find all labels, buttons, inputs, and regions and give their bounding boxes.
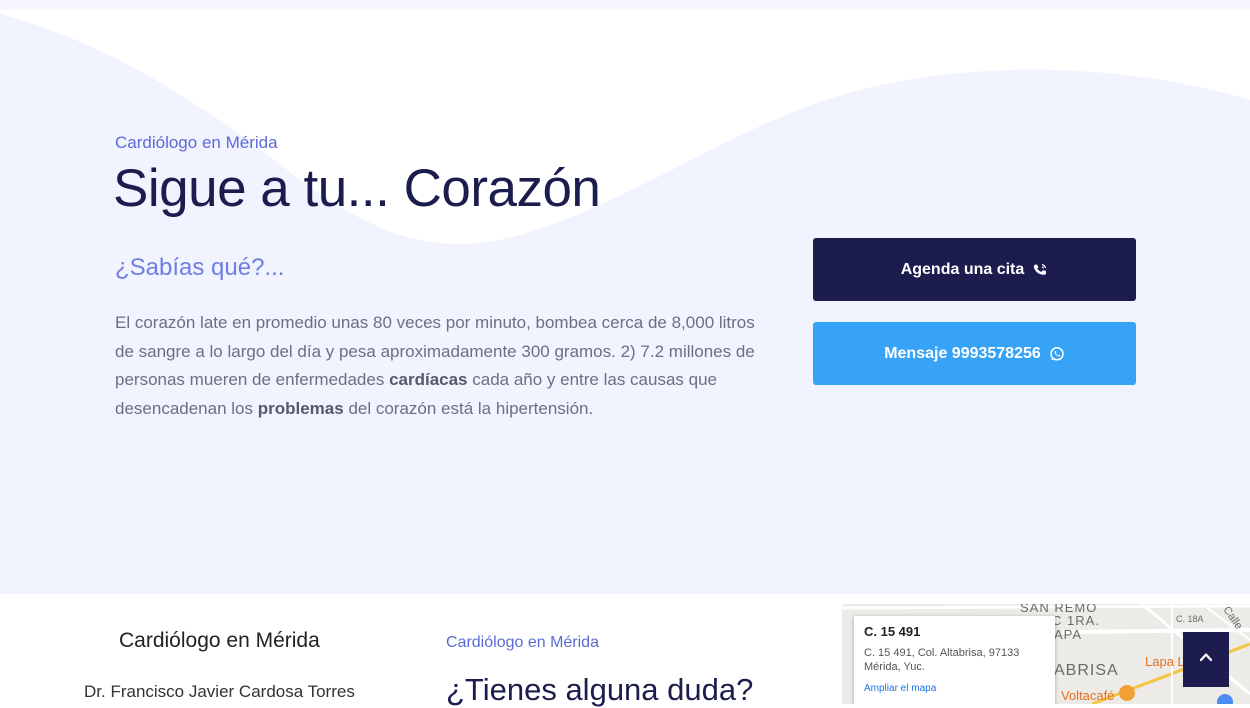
hero-section: Cardiólogo en Mérida Sigue a tu... Coraz… xyxy=(0,0,1250,594)
footer-eyebrow: Cardiólogo en Mérida xyxy=(446,634,599,651)
map-info-card: C. 15 491 C. 15 491, Col. Altabrisa, 971… xyxy=(854,616,1055,704)
footer-col1-title: Cardiólogo en Mérida xyxy=(119,629,320,652)
footer-question-title: ¿Tienes alguna duda? xyxy=(446,672,754,707)
map-card-title: C. 15 491 xyxy=(864,624,921,639)
paragraph-text: del corazón está la hipertensión. xyxy=(343,398,594,418)
map-label: C. 18A xyxy=(1176,614,1204,624)
chevron-up-icon xyxy=(1198,649,1214,670)
agenda-cita-button[interactable]: Agenda una cita xyxy=(813,238,1136,301)
map-pin-icon xyxy=(1217,694,1233,704)
phone-icon xyxy=(1032,262,1048,278)
hero-title: Sigue a tu... Corazón xyxy=(113,159,601,218)
mensaje-label: Mensaje 9993578256 xyxy=(884,344,1041,362)
hero-paragraph: El corazón late en promedio unas 80 vece… xyxy=(115,309,755,423)
cafe-pin-icon xyxy=(1119,685,1135,701)
mensaje-whatsapp-button[interactable]: Mensaje 9993578256 xyxy=(813,322,1136,385)
map-label: Lapa L xyxy=(1145,654,1185,669)
map-enlarge-link[interactable]: Ampliar el mapa xyxy=(864,683,1045,694)
map-label: Voltacafé xyxy=(1061,688,1115,703)
hero-subtitle: ¿Sabías qué?... xyxy=(115,254,285,281)
map-card-address: C. 15 491, Col. Altabrisa, 97133 Mérida,… xyxy=(864,647,1020,673)
agenda-cita-label: Agenda una cita xyxy=(900,260,1025,278)
paragraph-bold: cardíacas xyxy=(389,370,468,389)
whatsapp-icon xyxy=(1049,346,1065,362)
map-label: APA xyxy=(1054,627,1083,642)
hero-eyebrow: Cardiólogo en Mérida xyxy=(115,133,278,152)
paragraph-bold: problemas xyxy=(257,398,344,418)
scroll-to-top-button[interactable] xyxy=(1183,632,1229,687)
doctor-name: Dr. Francisco Javier Cardosa Torres xyxy=(84,682,355,701)
map-label: ABRISA xyxy=(1054,662,1119,679)
map-label: C 1RA. xyxy=(1052,613,1100,628)
